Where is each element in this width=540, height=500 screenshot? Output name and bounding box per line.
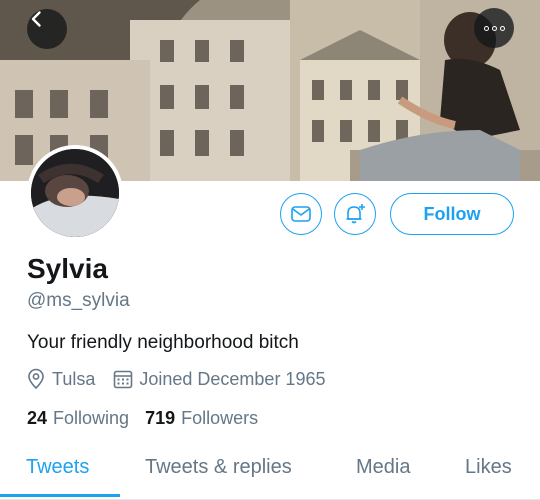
profile-meta: Tulsa Joined December 1965 [26,368,325,390]
back-button[interactable] [27,9,67,49]
more-options-button[interactable] [474,8,514,48]
avatar-image [31,149,119,237]
avatar[interactable] [27,145,123,241]
followers-link[interactable]: 719 Followers [145,408,258,429]
tab-tweets-replies[interactable]: Tweets & replies [145,456,292,479]
message-button[interactable] [280,193,322,235]
followers-label: Followers [181,408,259,428]
following-label: Following [53,408,130,428]
bell-plus-icon [346,204,365,224]
location-pin-icon [28,368,44,389]
mail-icon [291,206,311,222]
follow-counts: 24 Following 719 Followers [27,408,258,429]
handle: @ms_sylvia [27,290,130,311]
location-text: Tulsa [52,368,96,389]
follow-button[interactable]: Follow [390,193,514,235]
more-horizontal-icon [483,25,505,31]
joined-date: Joined December 1965 [113,369,325,390]
calendar-icon [114,370,133,389]
bio: Your friendly neighborhood bitch [27,332,299,353]
following-link[interactable]: 24 Following [27,408,129,429]
following-count: 24 [27,408,48,428]
active-tab-indicator [0,494,120,497]
profile-tabs: Tweets Tweets & replies Media Likes [0,446,540,500]
tab-tweets[interactable]: Tweets [26,456,89,479]
tab-media[interactable]: Media [356,456,410,479]
chevron-left-icon [31,11,41,27]
location: Tulsa [26,368,95,390]
followers-count: 719 [145,408,176,428]
notifications-button[interactable] [334,193,376,235]
display-name: Sylvia [27,253,108,284]
joined-text: Joined December 1965 [139,368,326,389]
tab-likes[interactable]: Likes [465,456,512,479]
